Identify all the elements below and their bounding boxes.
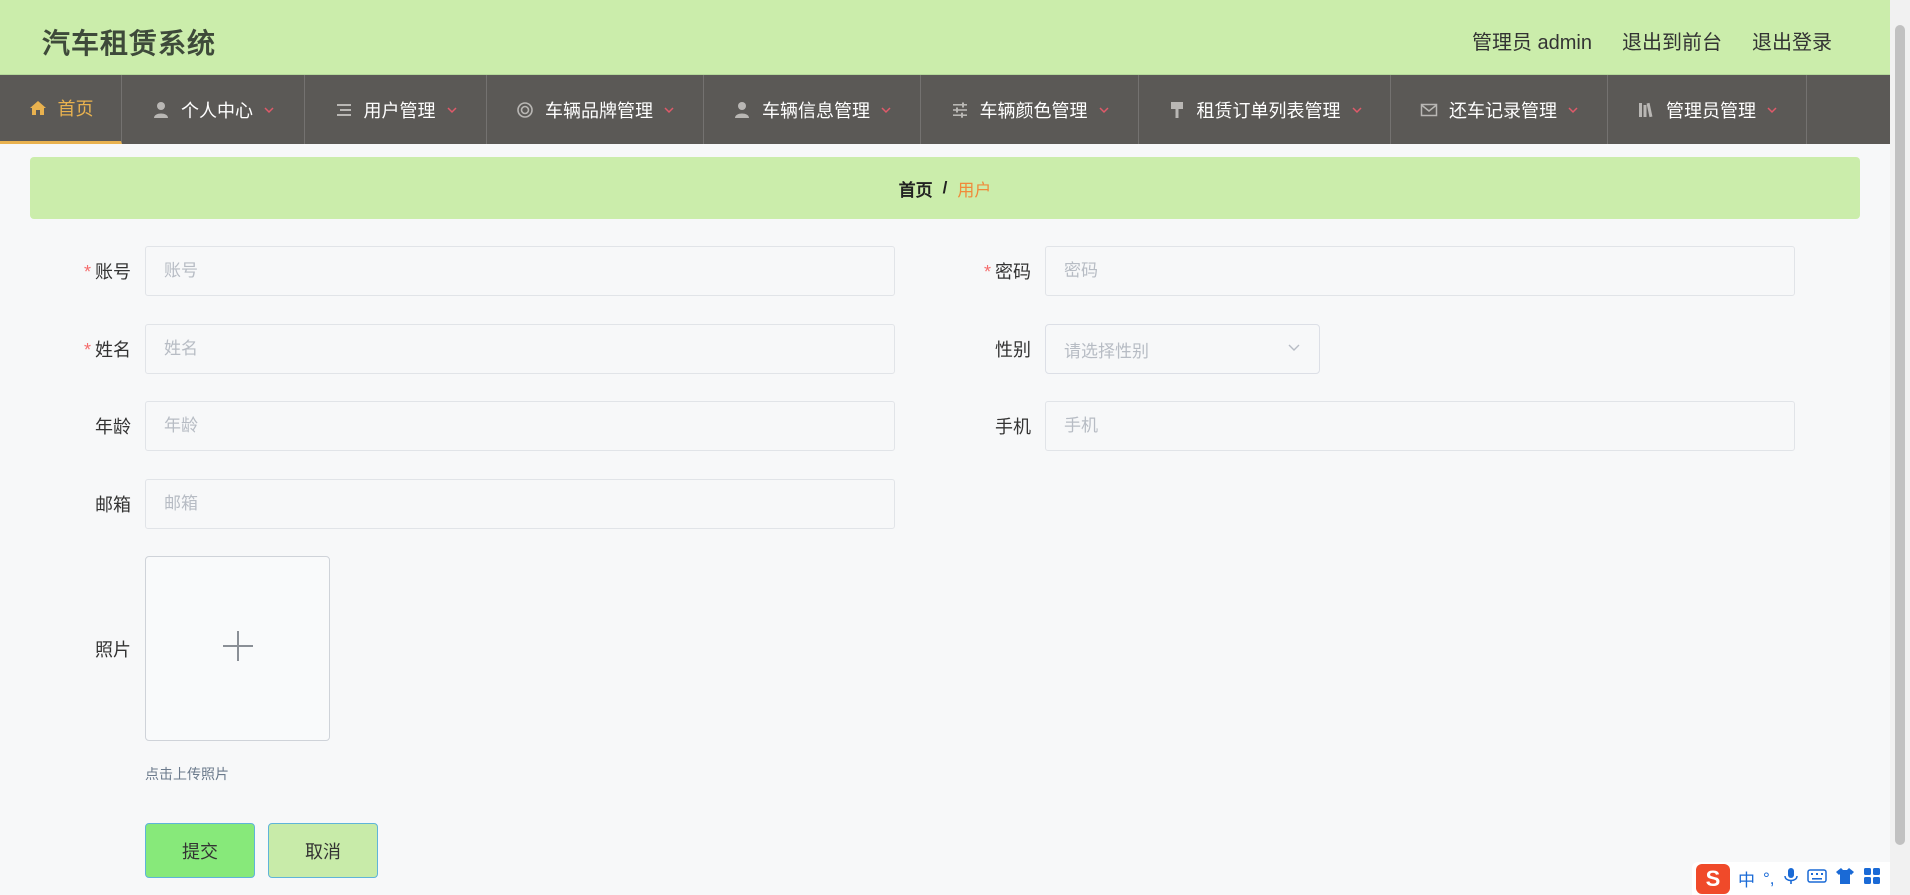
- nav-item-home[interactable]: 首页: [0, 75, 122, 144]
- nav-item-vehicle-info[interactable]: 车辆信息管理: [704, 75, 921, 144]
- upload-tip: 点击上传照片: [145, 766, 229, 782]
- admin-label: 管理员 admin: [1471, 32, 1592, 54]
- name-row: * 姓名: [45, 324, 895, 374]
- ime-punct[interactable]: °,: [1763, 869, 1775, 889]
- account-label: * 账号: [83, 262, 131, 282]
- photo-label: 照片: [95, 640, 131, 660]
- user-icon: [151, 100, 171, 120]
- page-scrollbar[interactable]: [1890, 0, 1910, 895]
- gender-label: 性别: [995, 340, 1031, 360]
- chevron-down-icon: [1567, 104, 1579, 116]
- required-mark: *: [83, 262, 91, 282]
- keyboard-icon[interactable]: [1806, 868, 1827, 889]
- phone-input[interactable]: [1045, 401, 1795, 451]
- logout-link[interactable]: 退出登录: [1752, 26, 1832, 55]
- email-label: 邮箱: [95, 495, 131, 515]
- chevron-down-icon: [1287, 339, 1301, 359]
- email-row: 邮箱: [45, 479, 895, 529]
- nav-item-brand[interactable]: 车辆品牌管理: [487, 75, 704, 144]
- nav-label: 还车记录管理: [1449, 100, 1557, 121]
- nav-item-personal[interactable]: 个人中心: [122, 75, 305, 144]
- name-label: * 姓名: [83, 340, 131, 360]
- main-nav: 首页 个人中心 用户管理 车辆品牌管理 车辆信息管理 车辆颜色管理 租赁订单列表…: [0, 75, 1890, 144]
- sliders-icon: [950, 100, 970, 120]
- nav-label: 租赁订单列表管理: [1196, 100, 1341, 121]
- nav-item-users[interactable]: 用户管理: [305, 75, 487, 144]
- account-input[interactable]: [145, 246, 895, 296]
- gender-placeholder: 请选择性别: [1064, 341, 1149, 361]
- required-mark: *: [983, 262, 991, 282]
- header-actions: 管理员 admin 退出到前台 退出登录: [1472, 26, 1832, 55]
- list-icon: [334, 100, 354, 120]
- required-mark: *: [83, 340, 91, 360]
- age-row: 年龄: [45, 401, 895, 451]
- nav-label: 首页: [57, 99, 94, 119]
- books-icon: [1636, 100, 1656, 120]
- chevron-down-icon: [663, 104, 675, 116]
- nav-label: 个人中心: [181, 100, 253, 121]
- breadcrumb: 首页 / 用户: [30, 157, 1860, 219]
- home-icon: [28, 98, 48, 118]
- breadcrumb-current: 用户: [957, 180, 992, 200]
- ime-toolbar: S 中 °,: [1692, 862, 1890, 895]
- submit-button[interactable]: 提交: [145, 823, 255, 878]
- photo-row: 照片: [45, 636, 145, 662]
- breadcrumb-home[interactable]: 首页: [899, 176, 933, 201]
- password-input[interactable]: [1045, 246, 1795, 296]
- age-input[interactable]: [145, 401, 895, 451]
- nav-label: 车辆品牌管理: [545, 100, 653, 121]
- email-input[interactable]: [145, 479, 895, 529]
- nav-label: 用户管理: [363, 100, 436, 121]
- name-input[interactable]: [145, 324, 895, 374]
- chevron-down-icon: [446, 104, 458, 116]
- nav-label: 车辆信息管理: [762, 100, 870, 121]
- nav-item-orders[interactable]: 租赁订单列表管理: [1139, 75, 1391, 144]
- nav-label: 车辆颜色管理: [979, 100, 1088, 121]
- chevron-down-icon: [1766, 104, 1778, 116]
- account-row: * 账号: [45, 246, 895, 296]
- nav-item-admins[interactable]: 管理员管理: [1608, 75, 1807, 144]
- nav-label: 管理员管理: [1666, 100, 1756, 121]
- mic-icon[interactable]: [1783, 867, 1799, 890]
- gender-row: 性别 请选择性别: [945, 324, 1320, 374]
- top-header: 汽车租赁系统 管理员 admin 退出到前台 退出登录: [0, 0, 1890, 75]
- person-icon: [732, 100, 752, 120]
- app-title: 汽车租赁系统: [42, 28, 217, 59]
- breadcrumb-separator: /: [942, 178, 948, 197]
- nav-item-returns[interactable]: 还车记录管理: [1391, 75, 1608, 144]
- password-label: * 密码: [983, 262, 1031, 282]
- cancel-button[interactable]: 取消: [268, 823, 378, 878]
- ime-mode[interactable]: 中: [1738, 866, 1755, 891]
- gender-select[interactable]: 请选择性别: [1045, 324, 1320, 374]
- shirt-icon[interactable]: [1835, 867, 1855, 890]
- nav-item-color[interactable]: 车辆颜色管理: [921, 75, 1139, 144]
- chevron-down-icon: [1098, 104, 1110, 116]
- grid-icon[interactable]: [1863, 867, 1881, 890]
- to-front-link[interactable]: 退出到前台: [1622, 26, 1722, 55]
- plus-icon: [221, 629, 255, 668]
- chevron-down-icon: [880, 104, 892, 116]
- age-label: 年龄: [95, 417, 131, 437]
- scroll-thumb[interactable]: [1895, 25, 1905, 845]
- phone-row: 手机: [945, 401, 1795, 451]
- photo-upload[interactable]: [145, 556, 330, 741]
- password-row: * 密码: [945, 246, 1795, 296]
- ring-icon: [515, 100, 535, 120]
- chevron-down-icon: [263, 104, 275, 116]
- chevron-down-icon: [1351, 104, 1363, 116]
- ime-logo[interactable]: S: [1696, 863, 1730, 894]
- brush-icon: [1167, 100, 1187, 120]
- phone-label: 手机: [995, 417, 1031, 437]
- mail-icon: [1419, 100, 1439, 120]
